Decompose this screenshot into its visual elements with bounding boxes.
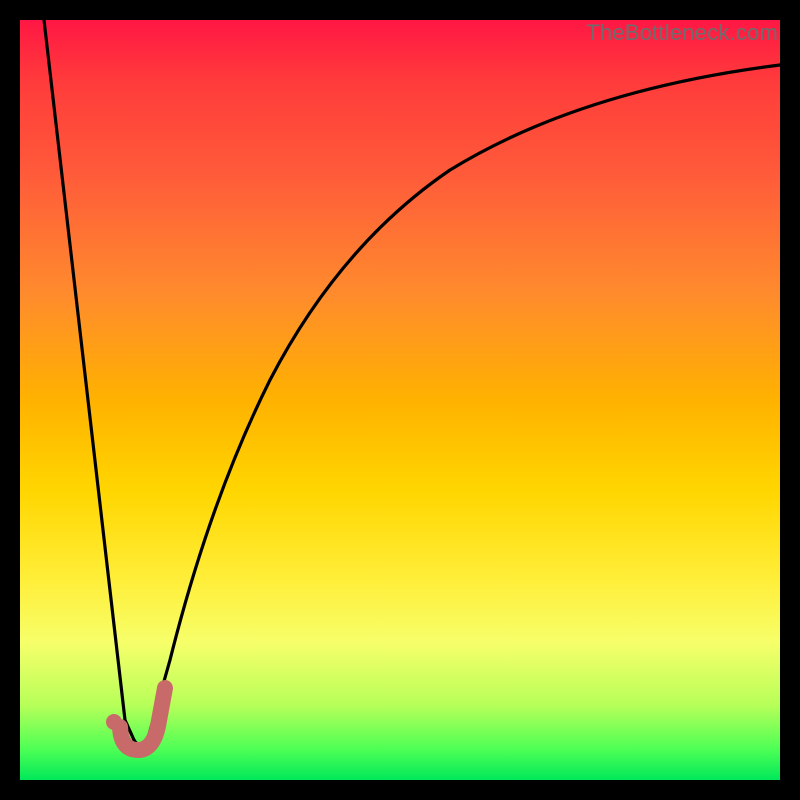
plot-area: TheBottleneck.com: [20, 20, 780, 780]
chart-svg: [20, 20, 780, 780]
marker-j-check: [120, 688, 165, 750]
chart-frame: TheBottleneck.com: [0, 0, 800, 800]
bottleneck-curve: [44, 20, 780, 745]
marker-dot: [106, 714, 122, 730]
